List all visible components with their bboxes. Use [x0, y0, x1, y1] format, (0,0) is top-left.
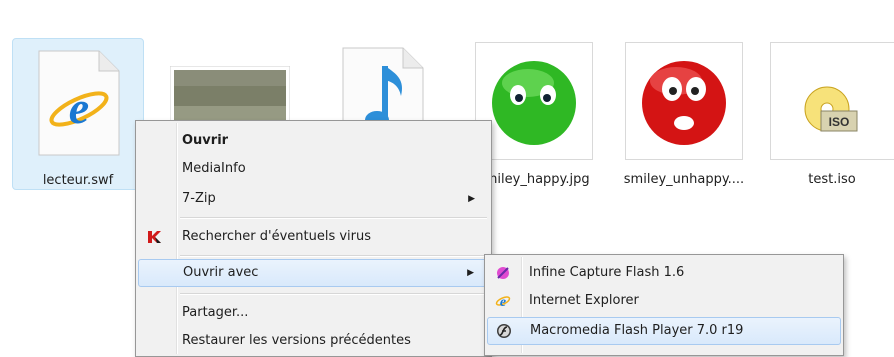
- image-thumbnail: [475, 42, 593, 160]
- file-tile-iso[interactable]: ISO test.iso: [770, 38, 894, 190]
- submenu-item-flash-player[interactable]: Macromedia Flash Player 7.0 r19: [487, 317, 841, 345]
- green-smiley-icon: [492, 61, 576, 145]
- context-menu: Ouvrir MediaInfo 7-Zip ▶ Rechercher d'év…: [135, 120, 492, 357]
- menu-item-restore[interactable]: Restaurer les versions précédentes: [138, 327, 489, 355]
- flash-player-icon: [497, 324, 511, 338]
- menu-item-label: Ouvrir avec: [183, 265, 259, 280]
- menu-item-mediainfo[interactable]: MediaInfo: [138, 155, 489, 183]
- image-thumbnail: [625, 42, 743, 160]
- menu-item-label: 7-Zip: [182, 191, 216, 206]
- menu-item-label: Internet Explorer: [529, 293, 639, 308]
- submenu-item-capture-flash[interactable]: Infine Capture Flash 1.6: [487, 259, 841, 287]
- menu-separator: [180, 293, 487, 295]
- menu-item-virus-scan[interactable]: Rechercher d'éventuels virus: [138, 223, 489, 251]
- menu-item-share[interactable]: Partager...: [138, 299, 489, 327]
- red-smiley-icon: [642, 61, 726, 145]
- antivirus-k-icon: [148, 231, 161, 243]
- svg-text:e: e: [500, 295, 506, 309]
- svg-text:ISO: ISO: [829, 115, 850, 129]
- file-tile-smiley-unhappy[interactable]: smiley_unhappy....: [618, 38, 750, 190]
- file-tile-lecteur-swf[interactable]: e lecteur.swf: [12, 38, 144, 190]
- menu-item-7zip[interactable]: 7-Zip ▶: [138, 185, 489, 213]
- open-with-submenu: Infine Capture Flash 1.6 e Internet Expl…: [484, 254, 844, 356]
- menu-item-label: Infine Capture Flash 1.6: [529, 265, 685, 280]
- file-name: lecteur.swf: [42, 173, 114, 188]
- menu-separator: [180, 217, 487, 219]
- submenu-arrow-icon: ▶: [468, 194, 475, 204]
- iso-disc-icon: ISO: [804, 86, 858, 132]
- submenu-arrow-icon: ▶: [467, 268, 474, 278]
- menu-separator: [180, 255, 487, 257]
- menu-item-label: Rechercher d'éventuels virus: [182, 229, 372, 244]
- capture-flash-icon: [497, 267, 509, 279]
- file-name: test.iso: [808, 172, 856, 187]
- file-name: smiley_happy.jpg: [478, 172, 590, 187]
- svg-text:e: e: [69, 82, 89, 133]
- iso-thumbnail: ISO: [770, 42, 894, 160]
- submenu-item-internet-explorer[interactable]: e Internet Explorer: [487, 287, 841, 315]
- menu-item-open-with[interactable]: Ouvrir avec ▶: [138, 259, 489, 287]
- menu-item-label: Macromedia Flash Player 7.0 r19: [530, 323, 744, 338]
- menu-item-open[interactable]: Ouvrir: [138, 127, 489, 155]
- ie-document-icon: e: [38, 50, 120, 156]
- internet-explorer-icon: e: [495, 295, 511, 309]
- file-name: smiley_unhappy....: [623, 172, 745, 187]
